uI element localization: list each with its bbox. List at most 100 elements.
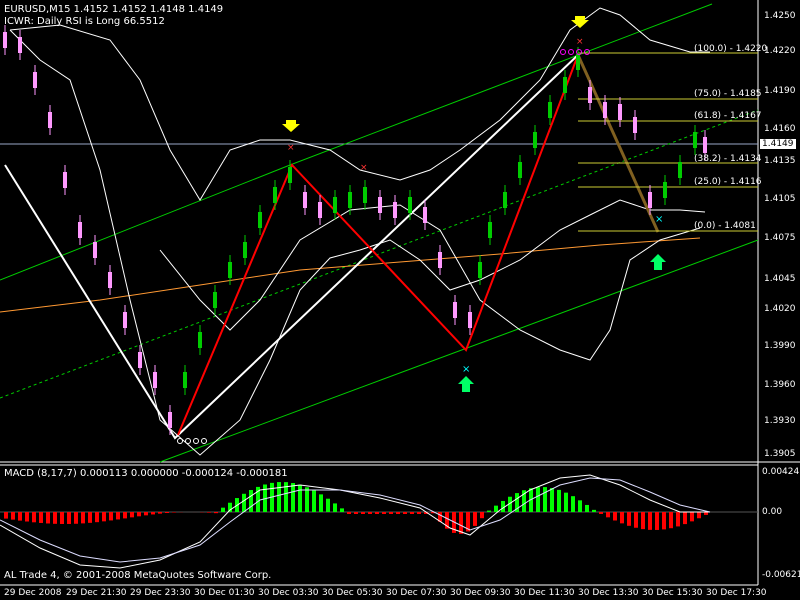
candle-body: [183, 372, 187, 388]
macd-bar: [487, 510, 491, 512]
circle-marker: [568, 49, 574, 55]
macd-bar: [88, 512, 92, 523]
macd-bar: [627, 512, 631, 526]
candle-body: [648, 192, 652, 208]
macd-bar: [578, 500, 582, 512]
candle-body: [63, 172, 67, 188]
candle-body: [303, 192, 307, 208]
x-marker-icon: ×: [576, 37, 584, 47]
macd-bar: [60, 512, 64, 524]
candle-body: [258, 212, 262, 228]
candle-body: [393, 202, 397, 218]
macd-bar: [25, 512, 29, 522]
candle-body: [518, 162, 522, 178]
candle-body: [548, 102, 552, 118]
channel-bottom: [159, 239, 759, 463]
fib-level-label: (75.0) - 1.4185: [694, 89, 762, 99]
macd-bar: [480, 512, 484, 519]
candle-body: [3, 32, 7, 48]
macd-signal-line: [0, 477, 711, 563]
macd-bar: [172, 512, 176, 513]
x-marker-icon: ×: [360, 163, 368, 173]
macd-bar: [543, 487, 547, 512]
fib-level-label: (25.0) - 1.4116: [694, 177, 762, 187]
macd-bar: [32, 512, 36, 523]
macd-bar: [151, 512, 155, 515]
candles: [3, 25, 707, 435]
macd-bar: [305, 487, 309, 512]
macd-bar: [375, 512, 379, 514]
fib-level-label: (61.8) - 1.4167: [694, 111, 762, 121]
macd-bar: [361, 512, 365, 514]
price-tick-label: 1.4045: [764, 274, 796, 284]
price-tick-label: 1.4135: [764, 156, 796, 166]
macd-bar: [102, 512, 106, 522]
time-tick-label: 29 Dec 21:30: [66, 588, 127, 598]
macd-bar: [109, 512, 113, 521]
candle-body: [576, 54, 580, 70]
channel-upper: [289, 3, 713, 166]
macd-bar: [368, 512, 372, 514]
macd-bar: [67, 512, 71, 524]
macd-bar: [396, 512, 400, 514]
candle-body: [603, 102, 607, 118]
candle-body: [663, 182, 667, 198]
price-chart[interactable]: × × × × ×: [0, 0, 800, 600]
fib-level-label: (100.0) - 1.4220: [694, 44, 768, 54]
macd-bar: [564, 492, 568, 512]
macd-bar: [354, 512, 358, 514]
candle-body: [108, 272, 112, 288]
macd-bar: [494, 505, 498, 512]
macd-bar: [417, 512, 421, 514]
price-tick-label: 1.3960: [764, 380, 796, 390]
candle-body: [153, 372, 157, 388]
price-tick-label: 1.4190: [764, 86, 796, 96]
x-marker-icon: ×: [287, 143, 295, 153]
candle-body: [243, 242, 247, 258]
macd-bar: [95, 512, 99, 523]
macd-bar: [242, 493, 246, 512]
price-tick-label: 1.4250: [764, 11, 796, 21]
candle-body: [408, 197, 412, 213]
macd-label: MACD (8,17,7) 0.000113 0.000000 -0.00012…: [4, 468, 288, 479]
price-tick-label: 1.4105: [764, 194, 796, 204]
candle-body: [633, 117, 637, 133]
macd-bar: [550, 488, 554, 512]
time-tick-label: 30 Dec 05:30: [322, 588, 383, 598]
circle-marker: [193, 438, 199, 444]
fib-level-label: (38.2) - 1.4134: [694, 154, 762, 164]
channel-middle: [0, 109, 759, 399]
candle-body: [488, 222, 492, 238]
macd-bar: [291, 483, 295, 512]
channel-lower-ext: [0, 164, 291, 281]
candle-body: [33, 72, 37, 88]
symbol-info: EURUSD,M15 1.4152 1.4152 1.4148 1.4149: [4, 4, 224, 15]
up-arrow-icon: [650, 254, 666, 270]
macd-bar: [130, 512, 134, 518]
macd-bar: [389, 512, 393, 514]
candle-body: [18, 37, 22, 53]
candle-body: [348, 192, 352, 208]
zigzag-white: [4, 54, 579, 440]
macd-bar: [683, 512, 687, 525]
macd-bar: [676, 512, 680, 527]
macd-bar: [662, 512, 666, 530]
price-tick-label: 1.4020: [764, 304, 796, 314]
candle-body: [273, 187, 277, 203]
candle-body: [478, 262, 482, 278]
price-tick-label: 1.4160: [764, 124, 796, 134]
macd-bar: [81, 512, 85, 524]
macd-axis-zero: 0.00: [762, 507, 783, 517]
candle-body: [78, 222, 82, 238]
time-tick-label: 30 Dec 17:30: [706, 588, 767, 598]
time-tick-label: 30 Dec 13:30: [578, 588, 639, 598]
circle-markers-bottom: [177, 438, 207, 444]
macd-histogram: [4, 482, 708, 534]
price-tick-label: 1.3930: [764, 416, 796, 426]
copyright-text: AL Trade 4, © 2001-2008 MetaQuotes Softw…: [4, 570, 272, 581]
candle-body: [438, 252, 442, 268]
chart-window[interactable]: × × × × × EURUSD,M15 1.4152 1.4152 1.414…: [0, 0, 800, 600]
macd-bar: [333, 503, 337, 512]
candle-body: [378, 197, 382, 213]
time-tick-label: 30 Dec 11:30: [514, 588, 575, 598]
